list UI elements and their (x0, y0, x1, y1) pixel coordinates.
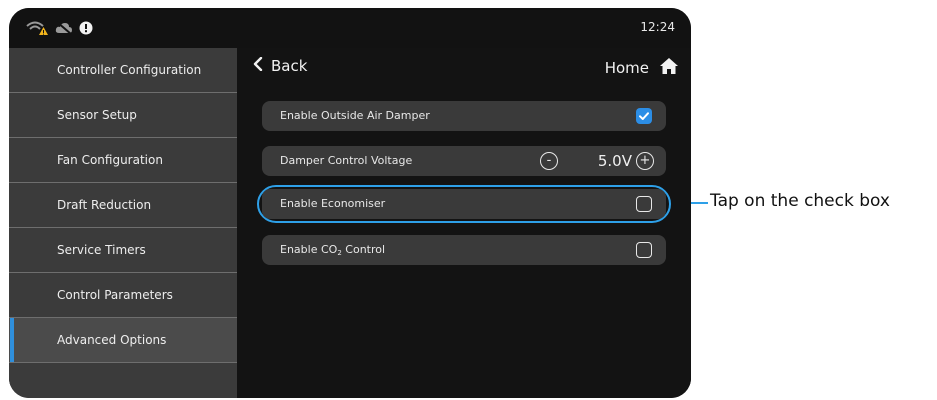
sidebar-item-service-timers[interactable]: Service Timers (9, 228, 237, 273)
sidebar: Controller Configuration Sensor Setup Fa… (9, 48, 237, 398)
chevron-left-icon (253, 56, 263, 75)
damper-voltage-value: 5.0V (597, 152, 632, 170)
home-button[interactable]: Home (605, 57, 679, 79)
notification-badge-icon[interactable] (79, 21, 93, 35)
setting-row-outside-air-damper: Enable Outside Air Damper (262, 101, 666, 131)
sidebar-item-fan-configuration[interactable]: Fan Configuration (9, 138, 237, 183)
status-icons (25, 19, 93, 37)
setting-label: Enable Economiser (280, 197, 386, 210)
cloud-off-icon (55, 21, 73, 35)
setting-row-co2-control: Enable CO2 Control (262, 235, 666, 265)
callout-text: Tap on the check box (710, 191, 890, 211)
setting-row-damper-voltage: Damper Control Voltage - 5.0V + (262, 146, 666, 176)
wifi-warning-icon (25, 20, 49, 36)
back-button[interactable]: Back (253, 56, 308, 75)
device-screen: 12:24 Controller Configuration Sensor Se… (9, 8, 691, 398)
sidebar-item-control-parameters[interactable]: Control Parameters (9, 273, 237, 318)
economiser-checkbox[interactable] (636, 196, 652, 212)
co2-control-checkbox[interactable] (636, 242, 652, 258)
sidebar-item-sensor-setup[interactable]: Sensor Setup (9, 93, 237, 138)
co2-label-suffix: Control (341, 243, 386, 256)
damper-voltage-stepper: - 5.0V + (540, 150, 654, 172)
checkmark-icon (636, 108, 652, 124)
home-icon (659, 57, 679, 79)
sidebar-item-advanced-options[interactable]: Advanced Options (9, 318, 237, 363)
setting-row-economiser: Enable Economiser (262, 189, 666, 219)
status-bar: 12:24 (9, 8, 691, 48)
decrement-button[interactable]: - (540, 152, 558, 170)
main-panel: Back Home Enable Outside Air Damper Damp (237, 48, 691, 398)
sidebar-item-draft-reduction[interactable]: Draft Reduction (9, 183, 237, 228)
callout-line (691, 202, 708, 204)
co2-label-prefix: Enable CO (280, 243, 338, 256)
setting-label: Damper Control Voltage (280, 154, 413, 167)
home-label: Home (604, 59, 649, 77)
setting-label: Enable Outside Air Damper (280, 109, 430, 122)
clock: 12:24 (640, 20, 675, 34)
increment-button[interactable]: + (636, 152, 654, 170)
back-label: Back (271, 57, 308, 75)
sidebar-item-controller-configuration[interactable]: Controller Configuration (9, 48, 237, 93)
setting-label: Enable CO2 Control (280, 243, 386, 257)
outside-air-damper-checkbox[interactable] (636, 108, 652, 124)
